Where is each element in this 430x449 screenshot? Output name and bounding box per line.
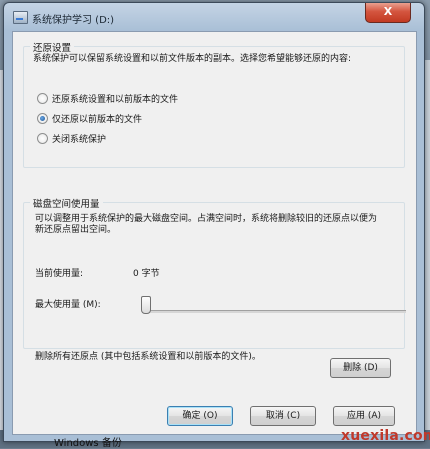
radio-icon[interactable]: [37, 133, 48, 144]
window-title: 系统保护学习 (D:): [32, 15, 115, 26]
restore-settings-description: 系统保护可以保留系统设置和以前文件版本的副本。选择您希望能够还原的内容:: [33, 54, 352, 64]
max-usage-slider-track[interactable]: [144, 310, 406, 313]
delete-description: 删除所有还原点 (其中包括系统设置和以前版本的文件)。: [35, 352, 261, 362]
option-turn-off-protection[interactable]: 关闭系统保护: [37, 132, 106, 146]
delete-button[interactable]: 删除 (D): [330, 358, 391, 378]
system-protection-dialog: 系统保护学习 (D:) X 还原设置 系统保护可以保留系统设置和以前文件版本的副…: [3, 2, 425, 442]
dialog-body: 还原设置 系统保护可以保留系统设置和以前文件版本的副本。选择您希望能够还原的内容…: [12, 31, 417, 435]
background-taskbar-text: Windows 备份: [54, 438, 122, 449]
option-restore-files-only[interactable]: 仅还原以前版本的文件: [37, 112, 142, 126]
option-label: 仅还原以前版本的文件: [52, 115, 143, 125]
option-label: 关闭系统保护: [52, 135, 107, 145]
site-watermark: xuexila.com: [341, 428, 430, 444]
option-label: 还原系统设置和以前版本的文件: [52, 95, 179, 105]
current-usage-label: 当前使用量:: [35, 269, 84, 279]
radio-icon[interactable]: [37, 93, 48, 104]
drive-icon: [13, 11, 28, 24]
radio-checked-icon[interactable]: [37, 113, 48, 124]
max-usage-slider-thumb[interactable]: [141, 296, 151, 314]
ok-button[interactable]: 确定 (O): [167, 406, 233, 426]
apply-button[interactable]: 应用 (A): [333, 406, 395, 426]
disk-space-description: 可以调整用于系统保护的最大磁盘空间。占满空间时，系统将删除较旧的还原点以便为新还…: [35, 214, 378, 235]
disk-space-title: 磁盘空间使用量: [30, 196, 103, 210]
restore-settings-title: 还原设置: [30, 40, 75, 54]
cancel-button[interactable]: 取消 (C): [250, 406, 316, 426]
current-usage-value: 0 字节: [133, 269, 160, 279]
option-restore-all[interactable]: 还原系统设置和以前版本的文件: [37, 92, 178, 106]
max-usage-label: 最大使用量 (M):: [35, 300, 101, 310]
title-bar[interactable]: 系统保护学习 (D:) X: [4, 3, 424, 31]
close-button[interactable]: X: [365, 3, 411, 23]
